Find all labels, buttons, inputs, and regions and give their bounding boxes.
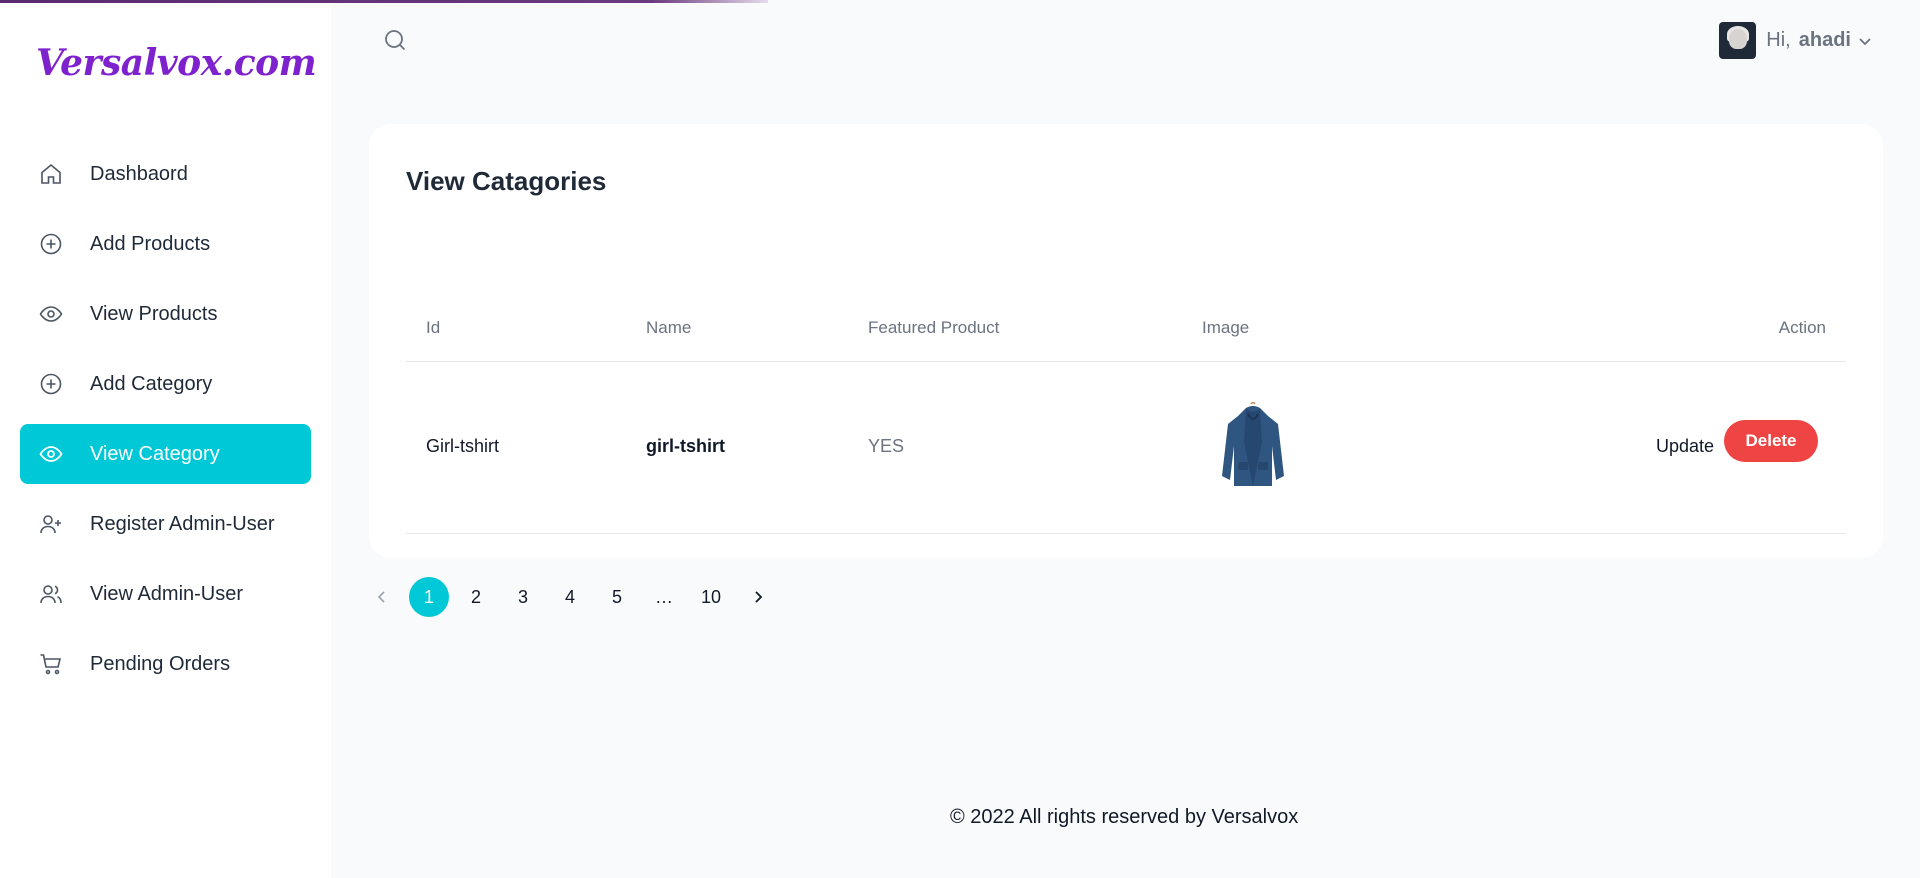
cell-name: girl-tshirt [646,436,725,456]
product-image [1218,401,1288,492]
column-header-action: Action [1778,318,1826,337]
page-button-4[interactable]: 4 [550,577,590,617]
prev-page-icon[interactable] [362,577,402,617]
sidebar-item-label: View Category [90,442,220,465]
sidebar: Versalvox.com Dashbaord Add Products Vie… [0,0,331,878]
top-loading-bar [0,0,768,3]
sidebar-item-label: View Products [90,302,218,325]
sidebar-item-register-admin-user[interactable]: Register Admin-User [20,494,311,554]
sidebar-item-label: Pending Orders [90,652,231,675]
categories-card: View Catagories Id Name Featured Product… [369,124,1883,558]
page-title: View Catagories [406,166,607,196]
sidebar-item-pending-orders[interactable]: Pending Orders [20,634,311,694]
update-button[interactable]: Update [1656,436,1714,457]
sidebar-nav: Dashbaord Add Products View Products Add… [20,144,311,704]
sidebar-item-label: Add Products [90,232,211,255]
sidebar-item-view-products[interactable]: View Products [20,284,311,344]
users-icon [38,581,64,607]
column-header-id: Id [426,318,441,337]
username: ahadi [1798,29,1851,51]
plus-circle-icon [38,231,64,257]
brand-logo[interactable]: Versalvox.com [36,42,317,84]
column-header-featured: Featured Product [868,318,1000,337]
cart-icon [38,651,64,677]
sidebar-item-label: Register Admin-User [90,512,275,535]
sidebar-item-add-products[interactable]: Add Products [20,214,311,274]
page-button-5[interactable]: 5 [597,577,637,617]
cell-featured: YES [868,436,905,456]
sidebar-item-view-category[interactable]: View Category [20,424,311,484]
table-header: Id Name Featured Product Image Action [406,292,1846,362]
user-plus-icon [38,511,64,537]
user-menu[interactable]: Hi, ahadi [1719,22,1873,59]
cell-id: Girl-tshirt [426,436,499,456]
sidebar-item-label: Add Category [90,372,213,395]
sidebar-item-view-admin-user[interactable]: View Admin-User [20,564,311,624]
sidebar-item-add-category[interactable]: Add Category [20,354,311,414]
pagination: 1 2 3 4 5 … 10 [362,577,785,617]
column-header-image: Image [1202,318,1250,337]
eye-icon [38,301,64,327]
page-button-1[interactable]: 1 [409,577,449,617]
next-page-icon[interactable] [738,577,778,617]
page-button-10[interactable]: 10 [691,577,731,617]
table-row: Girl-tshirt girl-tshirt YES Update Delet… [406,362,1846,534]
eye-icon [38,441,64,467]
page-button-3[interactable]: 3 [503,577,543,617]
sidebar-item-label: View Admin-User [90,582,244,605]
page-ellipsis[interactable]: … [644,577,684,617]
delete-button[interactable]: Delete [1724,420,1818,462]
sidebar-item-label: Dashbaord [90,162,188,185]
column-header-name: Name [646,318,692,337]
categories-table: Id Name Featured Product Image Action Gi… [406,292,1846,534]
chevron-down-icon [1857,33,1873,49]
search-icon[interactable] [383,28,409,54]
home-icon [38,161,64,187]
plus-circle-icon [38,371,64,397]
page-button-2[interactable]: 2 [456,577,496,617]
greeting-text: Hi, [1766,29,1791,51]
footer-copyright: © 2022 All rights reserved by Versalvox [950,806,1299,828]
avatar [1719,22,1757,59]
topbar: Hi, ahadi [331,0,1920,80]
sidebar-item-dashboard[interactable]: Dashbaord [20,144,311,204]
